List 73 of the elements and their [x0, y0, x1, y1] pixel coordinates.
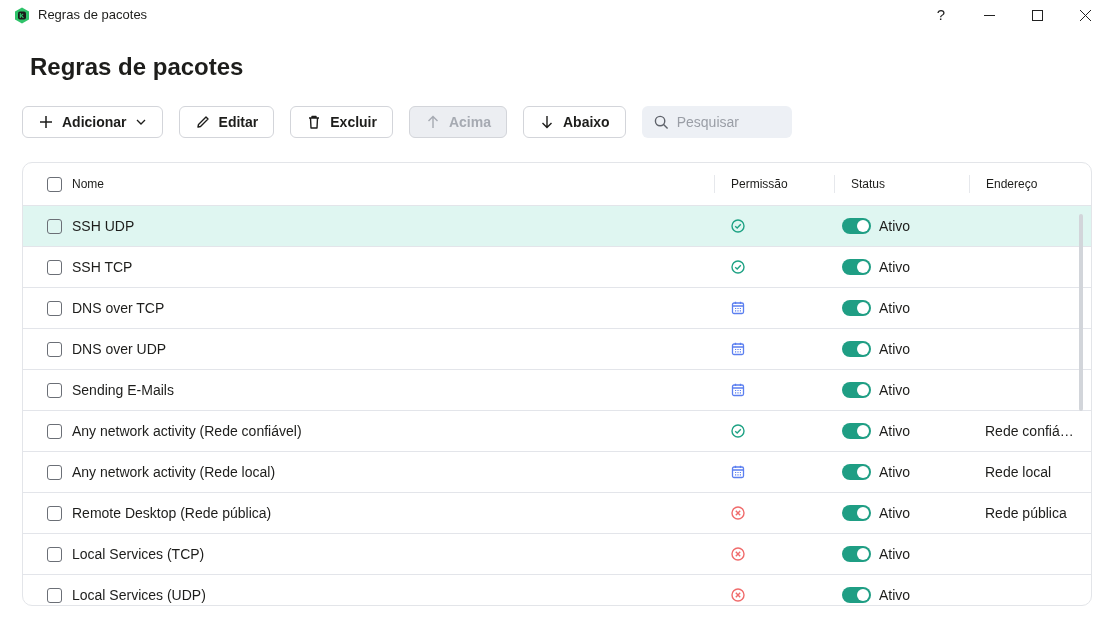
- pencil-icon: [194, 114, 211, 130]
- table-row[interactable]: Local Services (UDP) Ativo: [23, 575, 1091, 605]
- column-header[interactable]: Endereço: [986, 175, 1038, 193]
- address-text: Rede confiá…: [985, 421, 1074, 441]
- toggle-switch[interactable]: [842, 423, 871, 439]
- toggle-switch[interactable]: [842, 218, 871, 234]
- window-title: Regras de pacotes: [38, 6, 148, 25]
- column-header[interactable]: Nome: [72, 175, 104, 193]
- maximize-icon: [1031, 9, 1043, 21]
- checkbox[interactable]: [47, 382, 62, 398]
- table-row[interactable]: SSH TCP Ativo: [23, 247, 1091, 288]
- checkbox[interactable]: [47, 546, 62, 562]
- down-button[interactable]: Abaixo: [523, 106, 626, 138]
- add-button[interactable]: Adicionar: [22, 106, 163, 138]
- rule-name: SSH UDP: [72, 216, 135, 236]
- delete-button[interactable]: Excluir: [290, 106, 393, 138]
- address-text: Rede local: [985, 462, 1052, 482]
- app-logo-icon: [14, 6, 30, 24]
- checkbox[interactable]: [47, 423, 62, 439]
- page-heading: Regras de pacotes: [30, 52, 245, 82]
- rule-name: Local Services (TCP): [72, 544, 205, 564]
- table-row[interactable]: Remote Desktop (Rede pública) Ativo Rede pública: [23, 493, 1091, 534]
- rule-name: Local Services (UDP): [72, 585, 206, 605]
- checkbox[interactable]: [47, 341, 62, 357]
- status-text: Ativo: [879, 257, 911, 277]
- toggle-switch[interactable]: [842, 587, 871, 603]
- rule-name: DNS over UDP: [72, 339, 167, 359]
- checkbox[interactable]: [47, 259, 62, 275]
- checkbox[interactable]: [47, 300, 62, 316]
- table-row[interactable]: Any network activity (Rede confiável) Ativo Rede confiá…: [23, 411, 1091, 452]
- status-text: Ativo: [879, 544, 911, 564]
- rule-name: Remote Desktop (Rede pública): [72, 503, 272, 523]
- table-row[interactable]: DNS over UDP Ativo: [23, 329, 1091, 370]
- table-row[interactable]: DNS over TCP Ativo: [23, 288, 1091, 329]
- rule-name: Any network activity (Rede local): [72, 462, 276, 482]
- status-text: Ativo: [879, 585, 911, 605]
- status-text: Ativo: [879, 298, 911, 318]
- table-row[interactable]: Local Services (TCP) Ativo: [23, 534, 1091, 575]
- arrow-down-icon: [539, 114, 555, 130]
- toggle-switch[interactable]: [842, 259, 871, 275]
- toggle-switch[interactable]: [842, 505, 871, 521]
- rule-name: SSH TCP: [72, 257, 133, 277]
- table-row[interactable]: SSH UDP Ativo: [23, 206, 1091, 247]
- table-row[interactable]: Any network activity (Rede local) Ativo Rede local: [23, 452, 1091, 493]
- close-icon: [1079, 9, 1091, 21]
- status-text: Ativo: [879, 380, 911, 400]
- address-text: Rede pública: [985, 503, 1067, 523]
- help-button[interactable]: ?: [917, 0, 965, 30]
- plus-icon: [38, 114, 54, 130]
- toggle-switch[interactable]: [842, 546, 871, 562]
- checkbox[interactable]: [47, 587, 62, 603]
- toggle-switch[interactable]: [842, 300, 871, 316]
- status-text: Ativo: [879, 462, 911, 482]
- toggle-switch[interactable]: [842, 382, 871, 398]
- status-text: Ativo: [879, 421, 911, 441]
- column-header[interactable]: Permissão: [731, 175, 788, 193]
- status-text: Ativo: [879, 216, 911, 236]
- status-text: Ativo: [879, 339, 911, 359]
- checkbox[interactable]: [47, 464, 62, 480]
- rule-name: Any network activity (Rede confiável): [72, 421, 302, 441]
- checkbox[interactable]: [47, 505, 62, 521]
- rule-name: Sending E-Mails: [72, 380, 174, 400]
- table-row[interactable]: Sending E-Mails Ativo: [23, 370, 1091, 411]
- column-header[interactable]: Status: [851, 175, 886, 193]
- scrollbar[interactable]: [1079, 214, 1083, 411]
- rule-name: DNS over TCP: [72, 298, 165, 318]
- edit-button[interactable]: Editar: [178, 106, 275, 138]
- toggle-switch[interactable]: [842, 341, 871, 357]
- checkbox[interactable]: [47, 176, 62, 192]
- search-field[interactable]: Pesquisar: [641, 106, 792, 138]
- checkbox[interactable]: [47, 218, 62, 234]
- status-text: Ativo: [879, 503, 911, 523]
- toggle-switch[interactable]: [842, 464, 871, 480]
